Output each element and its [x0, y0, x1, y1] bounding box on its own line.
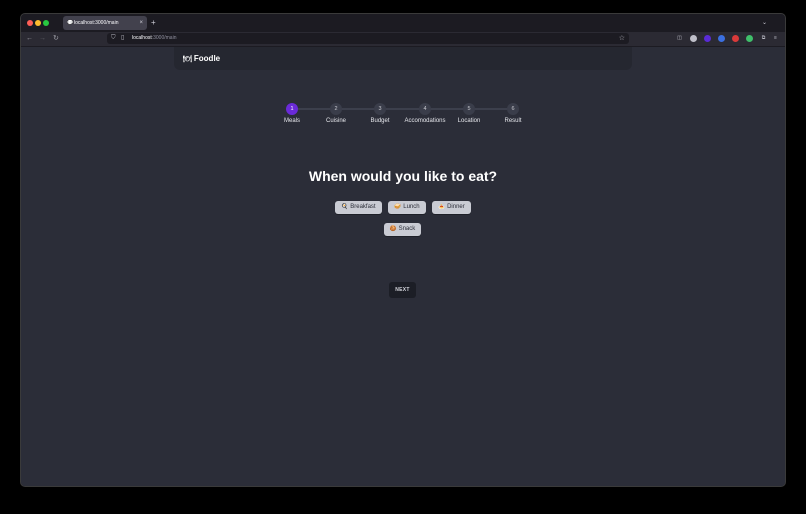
progress-stepper: 1 Meals 2 Cuisine 3 Budget 4 Accomodatio… [21, 103, 785, 133]
page-icon[interactable]: ▯ [121, 33, 124, 44]
step-3-dot[interactable]: 3 [374, 103, 386, 115]
forward-arrow-icon[interactable]: → [39, 32, 46, 46]
shield-icon[interactable]: ⛉ [111, 33, 116, 44]
snack-label: Snack [398, 226, 416, 232]
page-content: 🍽 Foodle 1 Meals 2 Cuisine 3 Budget 4 Acc… [21, 47, 785, 486]
puzzle-icon[interactable]: ⧉ [760, 35, 767, 42]
breakfast-label: Breakfast [350, 204, 376, 210]
browser-tab[interactable]: 💬 localhost:3000/main × [63, 16, 147, 30]
sandwich-icon: 🥪 [394, 204, 402, 210]
nav-bar: ← → ↻ ⛉ ▯ localhost:3000/main ☆ ◫ ⧉ ≡ [21, 32, 785, 47]
address-bar[interactable]: ⛉ ▯ localhost:3000/main ☆ [107, 33, 629, 44]
account-icon[interactable] [690, 35, 697, 42]
plate-cutlery-icon: 🍽 [183, 56, 192, 63]
star-icon[interactable]: ☆ [619, 33, 625, 44]
extension-icon[interactable] [718, 35, 725, 42]
chevron-down-icon[interactable]: ⌄ [762, 16, 767, 30]
step-2-dot[interactable]: 2 [330, 103, 342, 115]
lunch-button[interactable]: 🥪 Lunch [388, 201, 426, 214]
url-path: :3000/main [151, 35, 177, 41]
pocket-icon[interactable]: ◫ [676, 35, 683, 42]
chat-bubble-icon: 💬 [67, 20, 74, 26]
dinner-button[interactable]: 🍝 Dinner [432, 201, 471, 214]
frying-pan-icon: 🍳 [341, 204, 349, 210]
step-5-dot[interactable]: 5 [463, 103, 475, 115]
back-arrow-icon[interactable]: ← [26, 32, 33, 46]
extension-icon[interactable] [732, 35, 739, 42]
snack-button[interactable]: 🍪 Snack [384, 223, 421, 236]
extension-icon[interactable] [704, 35, 711, 42]
cookie-icon: 🍪 [389, 226, 397, 232]
tab-title: localhost:3000/main [74, 20, 119, 26]
step-1-dot[interactable]: 1 [286, 103, 298, 115]
tab-bar: 💬 localhost:3000/main × + ⌄ [21, 14, 785, 32]
maximize-window-button[interactable] [43, 20, 49, 26]
app-header: 🍽 Foodle [174, 47, 632, 70]
breakfast-button[interactable]: 🍳 Breakfast [335, 201, 382, 214]
spaghetti-icon: 🍝 [438, 204, 446, 210]
lunch-label: Lunch [403, 204, 420, 210]
step-4-dot[interactable]: 4 [419, 103, 431, 115]
step-6-dot[interactable]: 6 [507, 103, 519, 115]
url-host: localhost [132, 35, 152, 41]
dinner-label: Dinner [447, 204, 465, 210]
reload-icon[interactable]: ↻ [53, 32, 59, 46]
browser-window: 💬 localhost:3000/main × + ⌄ ← → ↻ ⛉ ▯ lo… [21, 14, 785, 486]
next-button[interactable]: NEXT [389, 282, 416, 298]
new-tab-button[interactable]: + [151, 16, 156, 30]
extension-icon[interactable] [746, 35, 753, 42]
step-6-label: Result [504, 118, 522, 124]
minimize-window-button[interactable] [35, 20, 41, 26]
close-icon[interactable]: × [139, 16, 143, 30]
url-text[interactable]: localhost:3000/main [132, 33, 176, 44]
brand-name: Foodle [193, 54, 221, 63]
page-title: When would you like to eat? [308, 168, 498, 184]
close-window-button[interactable] [27, 20, 33, 26]
brand-logo[interactable]: 🍽 Foodle [183, 47, 220, 71]
menu-icon[interactable]: ≡ [772, 35, 779, 42]
